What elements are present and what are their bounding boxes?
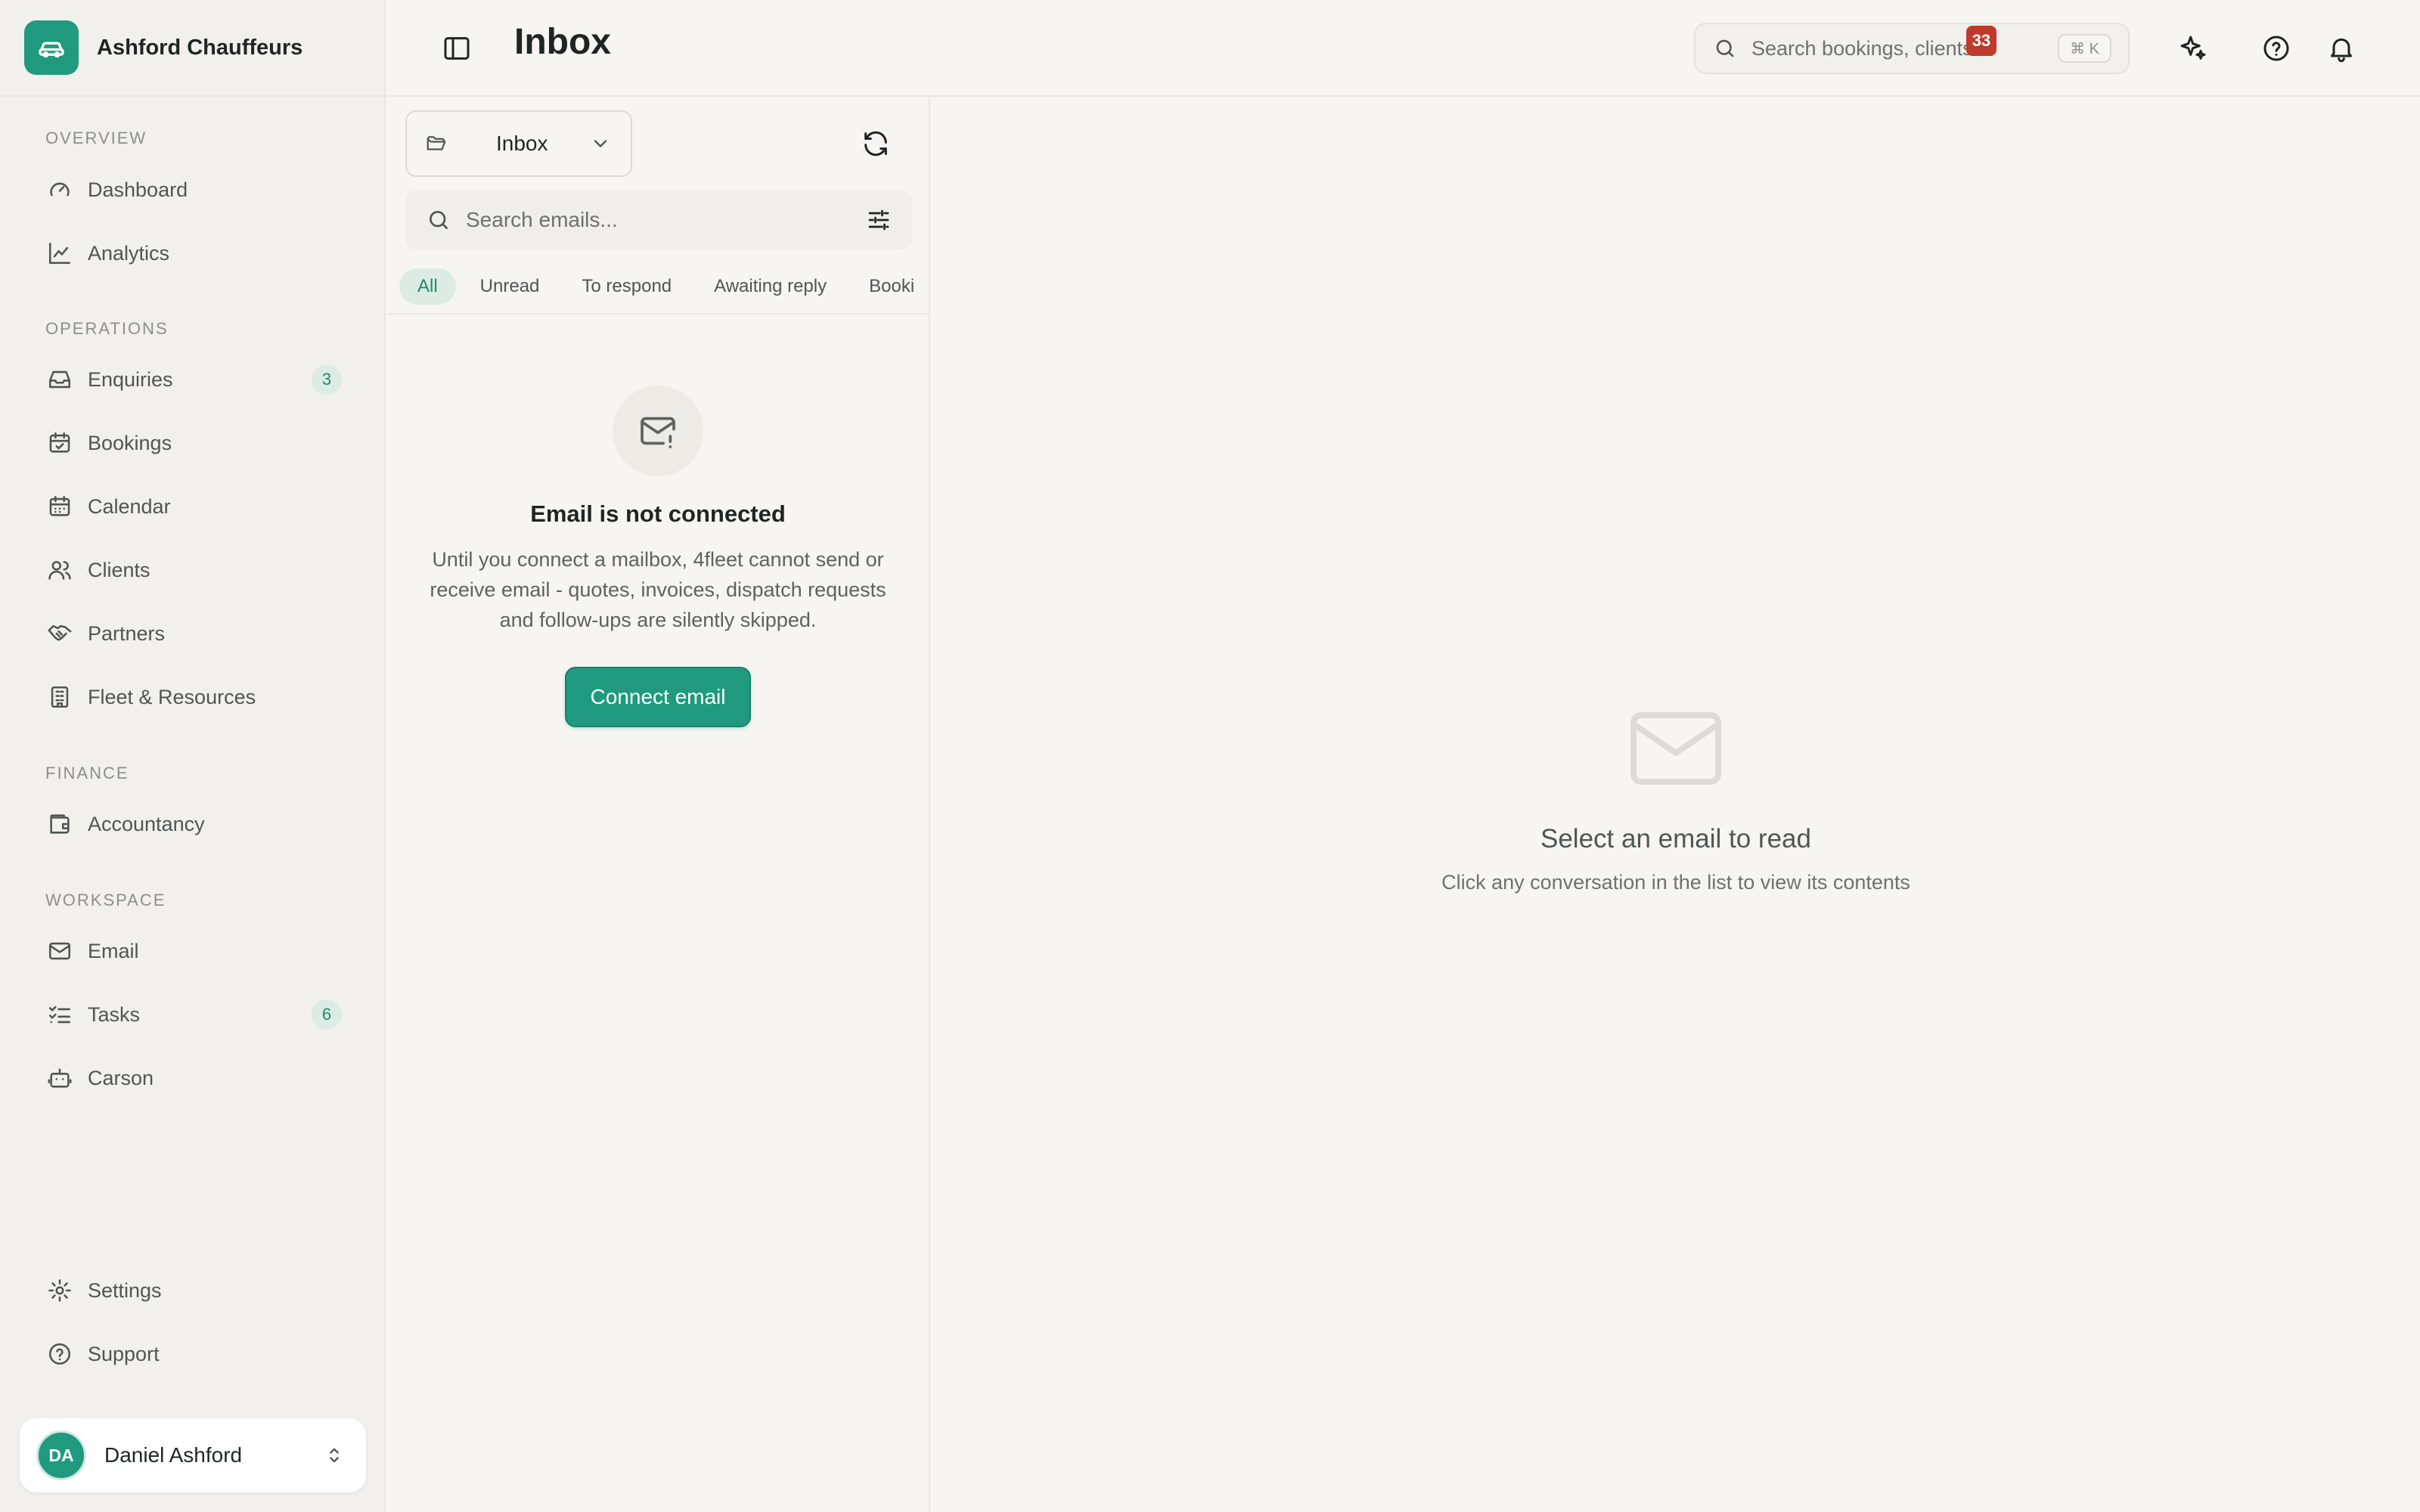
sidebar-item-clients[interactable]: Clients — [30, 544, 357, 596]
sidebar-item-carson[interactable]: Carson — [30, 1052, 357, 1105]
avatar: DA — [36, 1430, 86, 1480]
folder-open-icon — [427, 136, 446, 150]
empty-state-title: Email is not connected — [530, 500, 786, 527]
filter-tab-bookings[interactable]: Booki — [851, 268, 929, 305]
sidebar-item-label: Settings — [88, 1278, 162, 1302]
search-icon — [1716, 39, 1734, 57]
tasks-count-badge: 6 — [312, 999, 342, 1030]
sidebar-item-label: Enquiries — [88, 367, 173, 391]
email-search-input[interactable] — [466, 208, 865, 232]
bot-icon — [48, 1068, 72, 1088]
sidebar-item-support[interactable]: Support — [30, 1328, 357, 1380]
sidebar-item-label: Bookings — [88, 431, 172, 454]
global-search[interactable]: ⌘ K — [1694, 23, 2130, 74]
reader-empty-state: Select an email to read Click any conver… — [932, 711, 2420, 894]
global-search-input[interactable] — [1751, 36, 2059, 60]
sidebar-item-label: Analytics — [88, 241, 170, 265]
sidebar-item-label: Email — [88, 939, 139, 962]
reader-empty-subtitle: Click any conversation in the list to vi… — [1441, 871, 1910, 894]
sliders-icon[interactable] — [865, 206, 892, 234]
handshake-icon — [48, 624, 72, 641]
mail-warning-icon — [613, 386, 703, 476]
sidebar-toggle-icon[interactable] — [442, 33, 472, 64]
sidebar-item-label: Dashboard — [88, 178, 188, 201]
sidebar-item-enquiries[interactable]: Enquiries 3 — [30, 353, 357, 406]
help-circle-icon[interactable] — [2261, 33, 2291, 64]
section-label-operations: OPERATIONS — [45, 319, 169, 338]
line-chart-icon — [48, 242, 71, 265]
email-not-connected-state: Email is not connected Until you connect… — [387, 386, 929, 727]
sidebar-item-bookings[interactable]: Bookings — [30, 417, 357, 469]
sidebar-item-accountancy[interactable]: Accountancy — [30, 798, 357, 850]
list-checks-icon — [48, 1005, 71, 1024]
filter-tab-all[interactable]: All — [399, 268, 456, 305]
sidebar-item-label: Carson — [88, 1066, 154, 1089]
calendar-check-icon — [49, 432, 70, 453]
email-list-panel: Inbox All Unread To respond Awaiting rep… — [387, 98, 930, 1512]
sidebar-item-dashboard[interactable]: Dashboard — [30, 163, 357, 216]
search-shortcut-hint: ⌘ K — [2058, 34, 2111, 63]
folder-selector[interactable]: Inbox — [405, 110, 632, 177]
user-menu[interactable]: DA Daniel Ashford — [20, 1418, 366, 1492]
reader-empty-title: Select an email to read — [1540, 824, 1811, 854]
gear-icon — [48, 1279, 71, 1302]
notification-count-badge: 33 — [1966, 26, 1996, 56]
top-header: Inbox ⌘ K — [387, 0, 2420, 97]
search-icon — [430, 211, 448, 229]
connect-email-button[interactable]: Connect email — [564, 667, 752, 727]
sidebar-item-label: Tasks — [88, 1002, 141, 1026]
sidebar-item-email[interactable]: Email — [30, 925, 357, 978]
gauge-icon — [50, 182, 70, 197]
brand-name: Ashford Chauffeurs — [97, 35, 303, 60]
users-icon — [48, 561, 71, 580]
chevron-down-icon — [594, 140, 607, 147]
filter-tab-unread[interactable]: Unread — [462, 268, 558, 305]
sidebar-item-fleet-resources[interactable]: Fleet & Resources — [30, 671, 357, 723]
enquiries-count-badge: 3 — [312, 364, 342, 395]
section-label-workspace: WORKSPACE — [45, 891, 166, 909]
chevron-up-down-icon — [330, 1448, 339, 1463]
sidebar-item-label: Fleet & Resources — [88, 685, 256, 708]
sidebar-item-settings[interactable]: Settings — [30, 1264, 357, 1317]
mail-icon — [48, 942, 71, 960]
sidebar: Ashford Chauffeurs OVERVIEW Dashboard An… — [0, 0, 386, 1512]
filter-tab-to-respond[interactable]: To respond — [563, 268, 690, 305]
divider — [387, 313, 929, 314]
sidebar-item-label: Partners — [88, 621, 166, 645]
sidebar-item-label: Calendar — [88, 494, 171, 518]
empty-state-description: Until you connect a mailbox, 4fleet cann… — [430, 548, 886, 631]
brand-header[interactable]: Ashford Chauffeurs — [0, 0, 384, 97]
sidebar-item-label: Clients — [88, 558, 150, 581]
email-search[interactable] — [405, 191, 912, 249]
sidebar-item-label: Accountancy — [88, 812, 205, 835]
sidebar-item-partners[interactable]: Partners — [30, 607, 357, 660]
mail-icon — [1630, 712, 1721, 785]
filter-tab-awaiting-reply[interactable]: Awaiting reply — [696, 268, 845, 305]
car-icon — [24, 20, 79, 75]
help-circle-icon — [48, 1343, 71, 1365]
page-title: Inbox — [514, 22, 611, 62]
sidebar-item-tasks[interactable]: Tasks 6 — [30, 988, 357, 1041]
refresh-icon[interactable] — [861, 129, 891, 159]
calendar-icon — [49, 495, 70, 516]
section-label-overview: OVERVIEW — [45, 129, 147, 147]
email-filter-tabs: All Unread To respond Awaiting reply Boo… — [399, 268, 929, 305]
bell-icon[interactable] — [2326, 33, 2356, 64]
section-label-finance: FINANCE — [45, 764, 129, 782]
sidebar-item-calendar[interactable]: Calendar — [30, 480, 357, 533]
user-name: Daniel Ashford — [104, 1443, 243, 1467]
inbox-icon — [48, 370, 71, 389]
sidebar-item-analytics[interactable]: Analytics — [30, 227, 357, 280]
sparkles-icon[interactable] — [2178, 33, 2208, 64]
reading-pane: Select an email to read Click any conver… — [932, 98, 2420, 1512]
building-icon — [51, 686, 69, 708]
folder-selector-label: Inbox — [496, 132, 548, 155]
wallet-icon — [50, 814, 70, 834]
sidebar-item-label: Support — [88, 1342, 160, 1365]
